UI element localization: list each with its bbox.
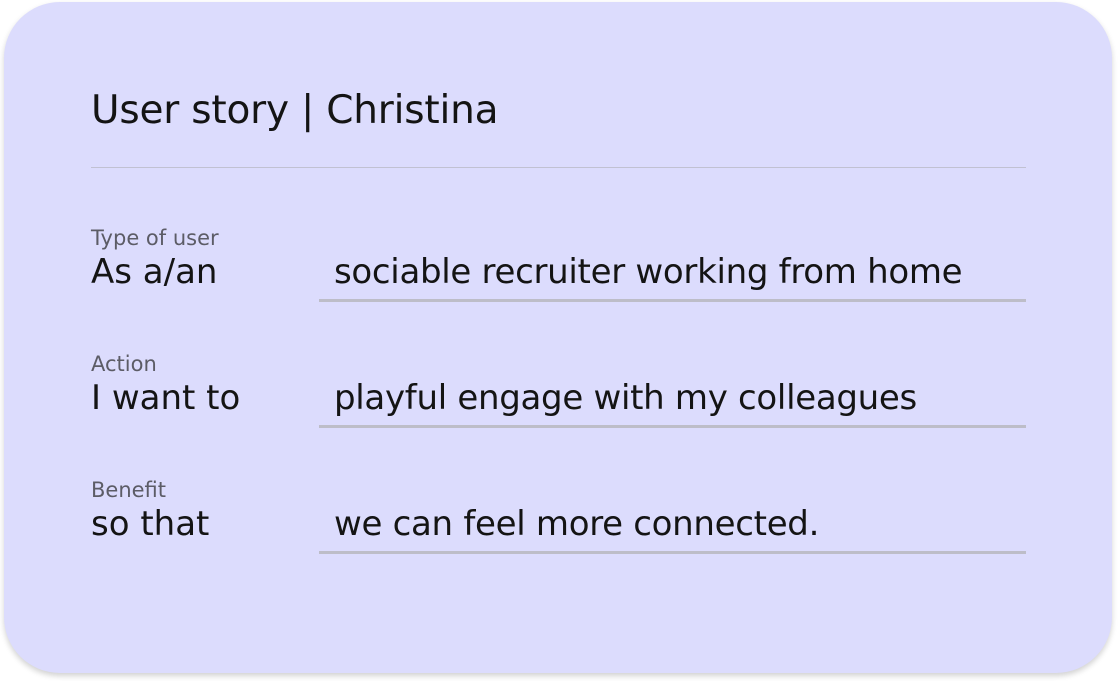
action-prefix: I want to [91,378,241,418]
type-of-user-field[interactable]: sociable recruiter working from home [319,244,1026,302]
benefit-caption: Benefit [91,478,167,502]
benefit-field[interactable]: we can feel more connected. [319,496,1026,554]
action-value: playful engage with my colleagues [334,378,917,418]
user-story-card: User story | Christina Type of user As a… [4,2,1112,673]
benefit-value: we can feel more connected. [334,504,820,544]
type-of-user-prefix: As a/an [91,252,218,292]
card-title: User story | Christina [91,88,499,133]
row-action: Action I want to playful engage with my … [4,352,1112,462]
type-of-user-value: sociable recruiter working from home [334,252,963,292]
row-benefit: Benefit so that we can feel more connect… [4,478,1112,588]
type-of-user-caption: Type of user [91,226,219,250]
benefit-prefix: so that [91,504,210,544]
action-caption: Action [91,352,157,376]
action-field[interactable]: playful engage with my colleagues [319,370,1026,428]
row-type-of-user: Type of user As a/an sociable recruiter … [4,226,1112,336]
title-divider [91,167,1026,168]
